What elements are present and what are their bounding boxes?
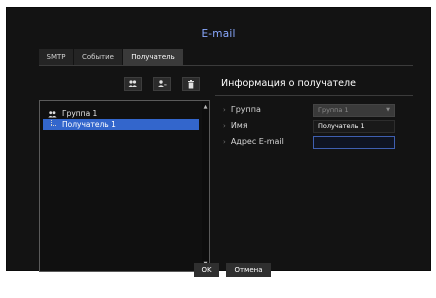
tab-event[interactable]: Событие — [74, 49, 122, 65]
cancel-button[interactable]: Отмена — [226, 263, 271, 277]
group-select[interactable]: Группа 1 ▼ — [313, 104, 395, 117]
trash-icon — [188, 79, 194, 88]
delete-button[interactable] — [182, 77, 200, 91]
name-field[interactable]: Получатель 1 — [313, 120, 395, 133]
add-group-button[interactable] — [124, 77, 142, 91]
details-divider — [215, 95, 413, 96]
details-title: Информация о получателе — [221, 78, 356, 89]
tree-scrollbar[interactable]: ▲ ▼ — [202, 101, 209, 271]
ok-button[interactable]: OK — [194, 263, 219, 277]
email-field[interactable] — [313, 136, 395, 149]
tab-smtp[interactable]: SMTP — [39, 49, 73, 65]
recipient-tree[interactable]: Группа 1 Получатель 1 ▲ ▼ — [39, 100, 210, 272]
chevron-down-icon: ▼ — [386, 107, 390, 113]
name-label: Имя — [223, 120, 248, 132]
group-icon — [48, 110, 57, 117]
add-user-icon — [158, 80, 167, 87]
email-label: Адрес E-mail — [223, 136, 284, 148]
scroll-up-icon[interactable]: ▲ — [202, 103, 209, 112]
add-user-button[interactable] — [153, 77, 171, 91]
email-dialog: E-mail SMTP Событие Получатель Группа 1 … — [6, 7, 431, 277]
group-label: Группа — [223, 104, 261, 116]
add-group-icon — [128, 80, 137, 87]
tab-recipient[interactable]: Получатель — [123, 49, 183, 65]
tab-divider — [39, 65, 413, 66]
group-select-value: Группа 1 — [318, 106, 349, 114]
tree-item-recipient[interactable]: Получатель 1 — [43, 119, 199, 130]
dialog-title: E-mail — [201, 28, 236, 40]
tree-connector-h — [51, 125, 56, 126]
tree-item-label: Получатель 1 — [62, 120, 116, 129]
tab-bar: SMTP Событие Получатель — [39, 49, 184, 65]
